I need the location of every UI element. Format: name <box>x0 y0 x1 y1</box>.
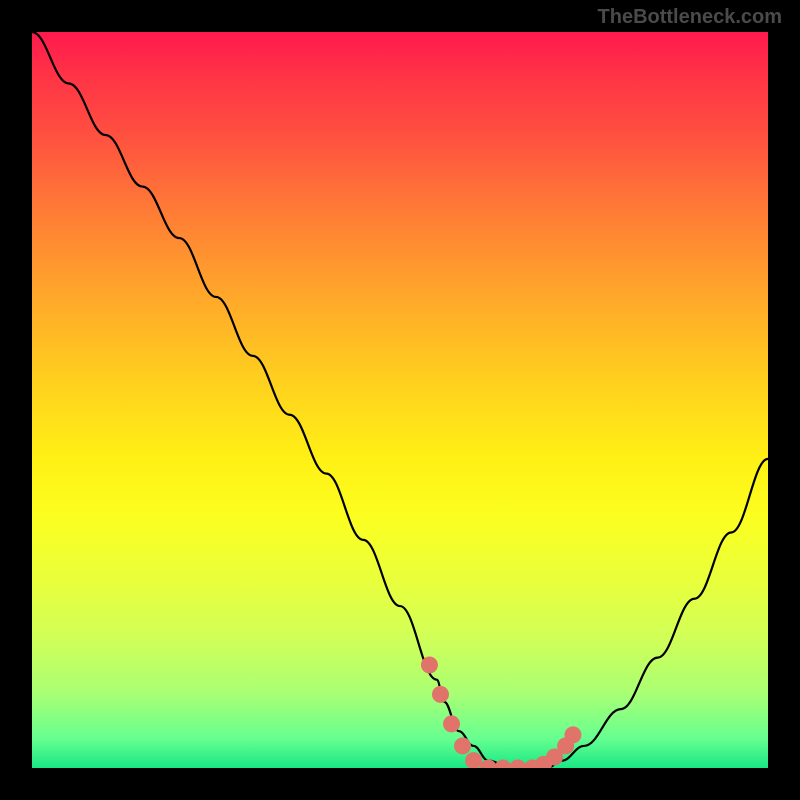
highlight-dot <box>465 752 482 768</box>
highlight-dot <box>454 737 471 754</box>
curve-group <box>32 32 768 768</box>
watermark-text: TheBottleneck.com <box>598 6 782 29</box>
highlight-dot <box>564 726 581 743</box>
highlight-dot <box>443 715 460 732</box>
highlight-dot <box>509 760 526 769</box>
bottleneck-curve-line <box>32 32 768 768</box>
highlight-dot <box>421 656 438 673</box>
chart-svg <box>32 32 768 768</box>
optimal-zone-markers <box>421 656 582 768</box>
plot-area <box>32 32 768 768</box>
highlight-dot <box>432 686 449 703</box>
highlight-dot <box>495 760 512 769</box>
